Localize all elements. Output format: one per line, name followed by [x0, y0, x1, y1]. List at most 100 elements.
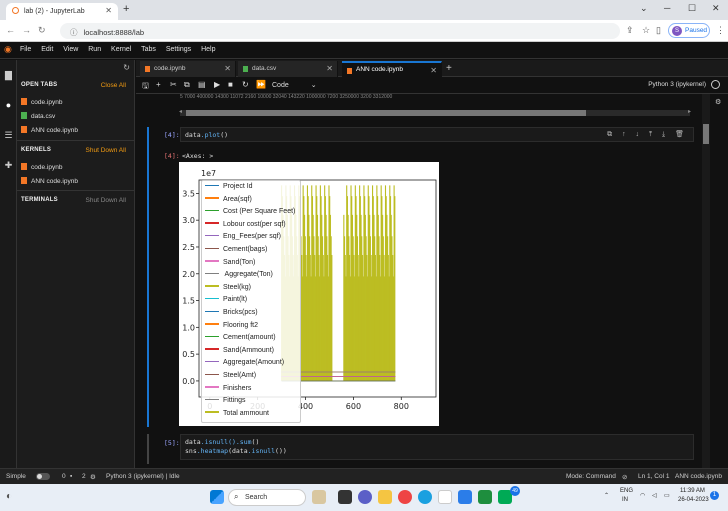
property-inspector-icon[interactable]: ⚙ [715, 98, 721, 106]
teams-icon[interactable] [358, 490, 372, 504]
language-bottom[interactable]: IN [622, 497, 628, 503]
forward-icon[interactable]: → [22, 25, 31, 35]
clock-date[interactable]: 26-04-2023 [678, 497, 709, 503]
menu-file[interactable]: File [20, 46, 31, 53]
url-field[interactable]: ⓘ localhost:8888/lab [60, 23, 620, 39]
tab-data-csv[interactable]: data.csv ✕ [238, 61, 338, 77]
menu-kernel[interactable]: Kernel [111, 46, 131, 53]
menu-help[interactable]: Help [201, 46, 215, 53]
insert-above-icon[interactable]: ⤒ [649, 131, 652, 138]
open-tab-item[interactable]: ANN code.ipynb [21, 126, 78, 134]
edge-icon[interactable] [418, 490, 432, 504]
menu-edit[interactable]: Edit [41, 46, 53, 53]
close-tab-icon[interactable]: ✕ [326, 64, 333, 73]
back-icon[interactable]: ← [6, 25, 15, 35]
open-tab-item[interactable]: code.ipynb [21, 98, 62, 106]
scroll-left-icon[interactable]: ◂ [179, 108, 182, 115]
insert-below-icon[interactable]: ⤓ [662, 131, 665, 138]
menu-view[interactable]: View [63, 46, 78, 53]
kernel-status[interactable]: Python 3 (ipykernel) | Idle [106, 473, 180, 480]
running-kernels-icon[interactable]: ● [3, 100, 14, 111]
insert-cell-icon[interactable]: + [156, 80, 161, 89]
y-tick-label: 1.0 [182, 323, 195, 332]
language-top[interactable]: ENG [620, 488, 633, 494]
simple-mode-toggle[interactable] [36, 473, 50, 480]
browser-menu-icon[interactable]: ⋮ [716, 25, 725, 36]
cell-type-select[interactable]: Code ⌄ [272, 81, 317, 89]
table-of-contents-icon[interactable]: ☰ [3, 130, 14, 141]
browser-tab[interactable]: lab (2) - JupyterLab ✕ [6, 3, 118, 20]
refresh-icon[interactable]: ↻ [123, 63, 130, 72]
app-icon[interactable] [478, 490, 492, 504]
minimize-window-icon[interactable]: ─ [664, 3, 670, 13]
sidepanel-icon[interactable]: ▯ [656, 25, 661, 36]
paste-icon[interactable]: ▤ [198, 80, 206, 89]
file-explorer-icon[interactable] [378, 490, 392, 504]
reload-icon[interactable]: ↻ [38, 25, 46, 36]
new-tab-button[interactable]: + [123, 3, 129, 15]
taskbar-search[interactable]: ⌕ Search [228, 489, 306, 506]
output-collapser[interactable] [147, 149, 149, 427]
fast-forward-icon[interactable]: ⏩ [256, 80, 266, 89]
file-browser-icon[interactable]: ▇ [3, 70, 14, 81]
code-cell-input[interactable]: data.isnull().sum() sns.heatmap(data.isn… [180, 434, 694, 460]
duplicate-cell-icon[interactable]: ⧉ [607, 131, 612, 138]
menu-tabs[interactable]: Tabs [141, 46, 156, 53]
close-tab-icon[interactable]: ✕ [430, 66, 437, 75]
menu-settings[interactable]: Settings [166, 46, 191, 53]
new-launcher-button[interactable]: + [446, 63, 452, 74]
kernel-item[interactable]: code.ipynb [21, 163, 62, 171]
tab-ann-code-ipynb[interactable]: ANN code.ipynb ✕ [342, 61, 442, 77]
shut-down-all-kernels-button[interactable]: Shut Down All [86, 147, 126, 154]
cut-icon[interactable]: ✂ [170, 80, 177, 89]
restart-icon[interactable]: ↻ [242, 80, 249, 89]
close-tab-icon[interactable]: ✕ [224, 64, 231, 73]
menu-run[interactable]: Run [88, 46, 101, 53]
notebook-panel[interactable]: 5 7000 400000 14300 11072 2160 10000 320… [136, 94, 702, 468]
open-tab-item[interactable]: data.csv [21, 112, 55, 120]
move-down-icon[interactable]: ↓ [636, 131, 640, 138]
save-icon[interactable]: 🖫 [142, 80, 149, 94]
terminal-icon[interactable]: ▪ [70, 473, 72, 480]
trusted-icon[interactable]: ⊘ [622, 473, 627, 481]
move-up-icon[interactable]: ↑ [622, 131, 626, 138]
close-all-button[interactable]: Close All [101, 82, 126, 89]
extensions-icon[interactable]: ✚ [3, 160, 14, 171]
close-window-icon[interactable]: ✕ [712, 3, 720, 14]
wifi-icon[interactable]: ◠ [640, 492, 645, 499]
volume-icon[interactable]: ◁ [652, 492, 657, 499]
kernel-icon[interactable]: ⚙ [90, 473, 96, 481]
copy-icon[interactable]: ⧉ [184, 80, 190, 90]
tab-search-icon[interactable]: ⌄ [640, 3, 648, 14]
scroll-right-icon[interactable]: ▸ [688, 108, 691, 115]
maximize-window-icon[interactable]: ☐ [688, 3, 696, 14]
tray-overflow-icon[interactable]: ⌃ [604, 492, 609, 499]
kernel-name[interactable]: Python 3 (ipykernel) [648, 81, 706, 88]
stop-icon[interactable]: ■ [228, 80, 233, 89]
legend-entry: Fittings [205, 397, 246, 404]
shut-down-all-terminals-button[interactable]: Shut Down All [86, 197, 126, 204]
bookmark-star-icon[interactable]: ☆ [642, 25, 650, 36]
vertical-scrollbar[interactable] [702, 94, 710, 468]
mail-icon[interactable] [458, 490, 472, 504]
tab-code-ipynb[interactable]: code.ipynb ✕ [140, 61, 236, 77]
delete-cell-icon[interactable]: 🗑 [675, 131, 684, 138]
windows-start-icon[interactable] [210, 490, 224, 504]
scrollbar-thumb[interactable] [703, 124, 709, 144]
weather-icon[interactable]: ◐ [6, 491, 12, 502]
run-icon[interactable]: ▶ [214, 80, 220, 89]
profile-button[interactable]: S Paused [668, 23, 710, 38]
cursor-position[interactable]: Ln 1, Col 1 [638, 473, 669, 480]
clock-time[interactable]: 11:39 AM [680, 488, 705, 494]
notification-count[interactable]: 1 [710, 491, 719, 500]
widgets-icon[interactable] [312, 490, 326, 504]
chrome-icon[interactable] [398, 490, 412, 504]
store-icon[interactable] [438, 490, 452, 504]
scrollbar-thumb[interactable] [186, 110, 586, 116]
share-icon[interactable]: ⇪ [626, 25, 634, 36]
task-view-icon[interactable] [338, 490, 352, 504]
close-tab-icon[interactable]: ✕ [105, 6, 112, 15]
battery-icon[interactable]: ▭ [664, 492, 670, 499]
kernel-item[interactable]: ANN code.ipynb [21, 177, 78, 185]
horizontal-scrollbar[interactable]: ◂ ▸ [179, 108, 691, 116]
